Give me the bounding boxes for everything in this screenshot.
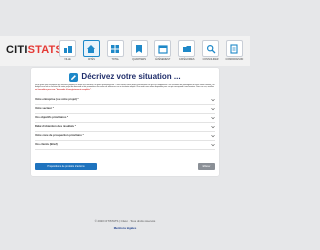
section-label: Délai d'obtention des résultats * <box>35 125 76 128</box>
chevron-down-icon <box>211 116 215 120</box>
nav-item-quartiers[interactable]: Quartiers <box>130 40 148 64</box>
nav-item-ville[interactable]: Ville <box>59 40 76 64</box>
nav-item-comparaison[interactable]: Comparaison <box>226 40 243 64</box>
nav-item-categories[interactable]: Catégories <box>178 40 196 64</box>
chevron-down-icon <box>211 107 215 111</box>
folder-icon <box>178 40 196 57</box>
footer-copyright: © 2020 CITISTATS | CiteLi · Tous droits … <box>94 219 156 223</box>
document-icon <box>225 40 243 57</box>
submit-button[interactable]: Propositions de produits d'actions <box>35 163 97 170</box>
nav-label: Consolider <box>202 58 219 61</box>
logo-accent-text: STATS <box>27 44 64 56</box>
section-row-secteur[interactable]: Votre secteur * <box>35 105 215 114</box>
section-label: Votre entreprise (ou votre projet) * <box>35 98 79 101</box>
intro-paragraph: Vous gérez une entreprise qui souhaite p… <box>35 84 215 93</box>
section-row-clients[interactable]: Vos clients (Brief) <box>35 141 215 150</box>
section-label: Vos objectifs prioritaires * <box>35 116 69 119</box>
nav-item-consolider[interactable]: Consolider <box>202 40 220 64</box>
chevron-down-icon <box>211 143 215 147</box>
form-header: Décrivez votre situation ... <box>31 72 219 82</box>
page-title: Décrivez votre situation ... <box>81 72 181 81</box>
reset-button[interactable]: Effacer <box>198 163 215 170</box>
home-icon <box>82 40 100 57</box>
form-actions: Propositions de produits d'actions Effac… <box>35 163 215 170</box>
section-label: Vos clients (Brief) <box>35 143 58 146</box>
nav-label: Quartiers <box>132 58 146 61</box>
main-nav: Ville Cités Total Quartiers Événement Ca… <box>59 40 243 64</box>
section-row-zone[interactable]: Votre zone de prospection prioritaire * <box>35 132 215 141</box>
chevron-down-icon <box>211 98 215 102</box>
section-row-objectifs[interactable]: Vos objectifs prioritaires * <box>35 114 215 123</box>
nav-item-total[interactable]: Total <box>106 40 124 64</box>
calendar-icon <box>154 40 172 57</box>
section-row-entreprise[interactable]: Votre entreprise (ou votre projet) * <box>35 96 215 105</box>
footer-legal-link[interactable]: Mentions légales <box>0 226 250 230</box>
section-row-delai[interactable]: Délai d'obtention des résultats * <box>35 123 215 132</box>
nav-label: Ville <box>64 58 71 61</box>
intro-link[interactable]: ce formulaire pour une "demande d'enregi… <box>35 89 91 91</box>
chevron-down-icon <box>211 134 215 138</box>
nav-item-evenement[interactable]: Événement <box>154 40 172 64</box>
section-label: Votre zone de prospection prioritaire * <box>35 134 84 137</box>
city-icon <box>59 40 76 57</box>
nav-label: Cités <box>87 58 95 61</box>
nav-label: Événement <box>155 58 171 61</box>
form-sections: Votre entreprise (ou votre projet) * Vot… <box>35 96 215 150</box>
nav-item-cites[interactable]: Cités <box>82 40 100 64</box>
edit-icon <box>69 72 79 82</box>
nav-label: Catégories <box>178 58 195 61</box>
bookmark-icon <box>130 40 148 57</box>
citistats-logo[interactable]: CITISTATS <box>6 43 63 57</box>
search-icon <box>202 40 220 57</box>
chevron-down-icon <box>211 125 215 129</box>
situation-form-card: Décrivez votre situation ... Vous gérez … <box>31 68 219 176</box>
grid-icon <box>106 40 124 57</box>
logo-main-text: CITI <box>6 44 28 56</box>
nav-label: Total <box>111 58 119 61</box>
nav-label: Comparaison <box>225 58 244 61</box>
section-label: Votre secteur * <box>35 107 54 110</box>
